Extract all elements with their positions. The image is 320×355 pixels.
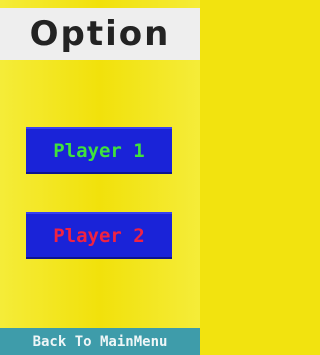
option-screen: Option Player 1 Player 2 Back To MainMen…	[0, 0, 200, 355]
player-1-label: Player 1	[53, 139, 145, 162]
title-bar: Option	[0, 8, 200, 60]
page-title: Option	[29, 14, 171, 54]
back-to-main-menu-button[interactable]: Back To MainMenu	[0, 328, 200, 355]
player-1-button[interactable]: Player 1	[26, 127, 172, 174]
back-to-main-menu-label: Back To MainMenu	[32, 333, 168, 350]
player-2-button[interactable]: Player 2	[26, 212, 172, 259]
player-2-label: Player 2	[53, 224, 145, 247]
